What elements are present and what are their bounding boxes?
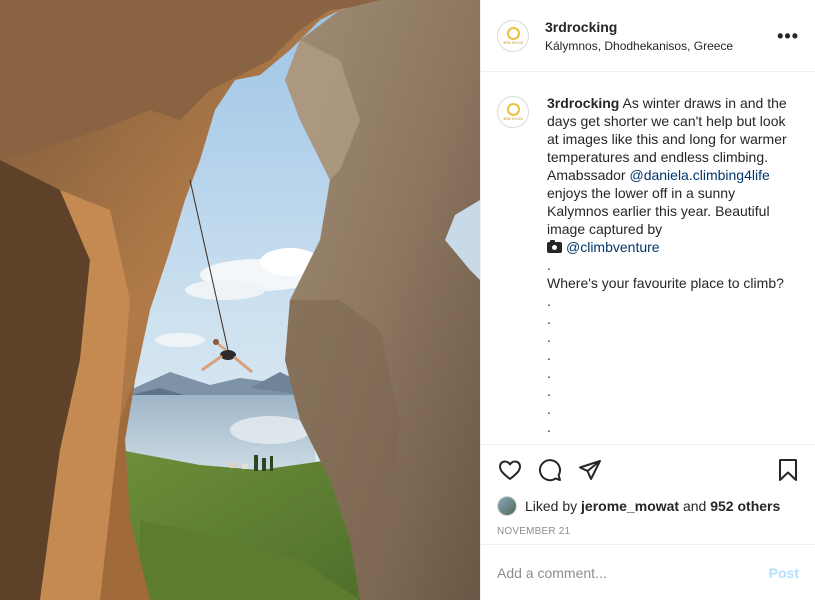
caption-dot: . xyxy=(547,419,551,435)
caption-dot: . xyxy=(547,311,551,327)
caption-username[interactable]: 3rdrocking xyxy=(547,95,619,111)
post-photo[interactable] xyxy=(0,0,480,600)
post-actions: Liked by jerome_mowat and 952 others NOV… xyxy=(481,444,815,600)
liker-username[interactable]: jerome_mowat xyxy=(581,498,679,514)
caption-area: 3RD ROCK 3rdrocking As winter draws in a… xyxy=(481,72,815,444)
post-caption: 3rdrocking As winter draws in and the da… xyxy=(547,94,791,444)
brand-logo-icon: 3RD ROCK xyxy=(500,99,526,125)
caption-dot: . xyxy=(547,257,551,273)
liker-avatar[interactable] xyxy=(497,496,517,516)
caption-dot: . xyxy=(547,347,551,363)
caption-dot: . xyxy=(547,383,551,399)
action-icons xyxy=(481,445,815,495)
post-comment-button[interactable]: Post xyxy=(769,565,799,581)
mention-link[interactable]: @daniela.climbing4life xyxy=(629,167,769,183)
caption-text-2: enjoys the lower off in a sunny Kalymnos… xyxy=(547,185,770,237)
caption-dot: . xyxy=(547,329,551,345)
header-text: 3rdrocking Kálymnos, Dhodhekanisos, Gree… xyxy=(545,18,733,54)
caption-dot: . xyxy=(547,293,551,309)
post-date[interactable]: NOVEMBER 21 xyxy=(481,525,815,539)
paper-plane-icon[interactable] xyxy=(577,457,603,483)
climbing-arch-photo xyxy=(0,0,480,600)
caption-dot: . xyxy=(547,365,551,381)
caption-dot: . xyxy=(547,401,551,417)
comment-input[interactable] xyxy=(497,564,769,581)
brand-logo-icon: 3RD ROCK xyxy=(500,23,526,49)
likes-text: Liked by jerome_mowat and 952 others xyxy=(525,498,781,514)
comment-bubble-icon[interactable] xyxy=(537,457,563,483)
likes-summary: Liked by jerome_mowat and 952 others xyxy=(481,495,815,517)
more-options-icon[interactable]: ••• xyxy=(777,27,799,45)
credit-line: @climbventure xyxy=(547,238,791,256)
others-link[interactable]: 952 others xyxy=(710,498,780,514)
caption-question: Where's your favourite place to climb? xyxy=(547,275,784,291)
caption-author-avatar[interactable]: 3RD ROCK xyxy=(497,96,529,128)
camera-icon xyxy=(547,240,562,253)
post-location[interactable]: Kálymnos, Dhodhekanisos, Greece xyxy=(545,38,733,54)
post-header: 3RD ROCK 3rdrocking Kálymnos, Dhodhekani… xyxy=(481,0,815,72)
heart-icon[interactable] xyxy=(497,457,523,483)
comment-box: Post xyxy=(481,544,815,600)
mention-link[interactable]: @climbventure xyxy=(566,239,660,255)
bookmark-icon[interactable] xyxy=(775,457,801,483)
instagram-post: 3RD ROCK 3rdrocking Kálymnos, Dhodhekani… xyxy=(0,0,815,600)
author-username[interactable]: 3rdrocking xyxy=(545,18,733,36)
post-side-panel: 3RD ROCK 3rdrocking Kálymnos, Dhodhekani… xyxy=(480,0,815,600)
author-avatar[interactable]: 3RD ROCK xyxy=(497,19,529,52)
